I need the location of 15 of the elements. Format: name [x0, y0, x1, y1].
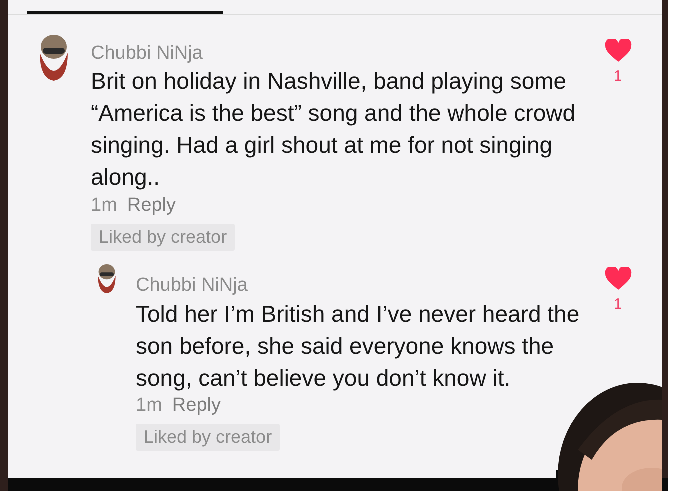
username[interactable]: Chubbi NiNja — [91, 43, 580, 65]
timestamp: 1m — [136, 394, 162, 418]
heart-icon[interactable] — [604, 39, 632, 63]
username[interactable]: Chubbi NiNja — [136, 275, 581, 297]
like-count: 1 — [614, 296, 622, 313]
avatar-icon[interactable] — [95, 263, 119, 295]
comment-text: Told her I’m British and I’ve never heard the son before, she said everyone knows the song, can’t believe you don’t know it. — [136, 300, 581, 393]
heart-icon[interactable] — [604, 267, 632, 291]
reply-link[interactable]: Reply — [172, 394, 221, 418]
liked-by-creator-badge: Liked by creator — [136, 424, 280, 451]
like-count: 1 — [614, 68, 622, 85]
reply-link[interactable]: Reply — [127, 194, 176, 218]
comment-text: Brit on holiday in Nashville, band playing some “America is the best” song and the whole crowd singing. Had a girl shout at me for not singing along.. — [91, 67, 577, 192]
timestamp: 1m — [91, 194, 118, 218]
liked-by-creator-badge: Liked by creator — [91, 224, 236, 251]
